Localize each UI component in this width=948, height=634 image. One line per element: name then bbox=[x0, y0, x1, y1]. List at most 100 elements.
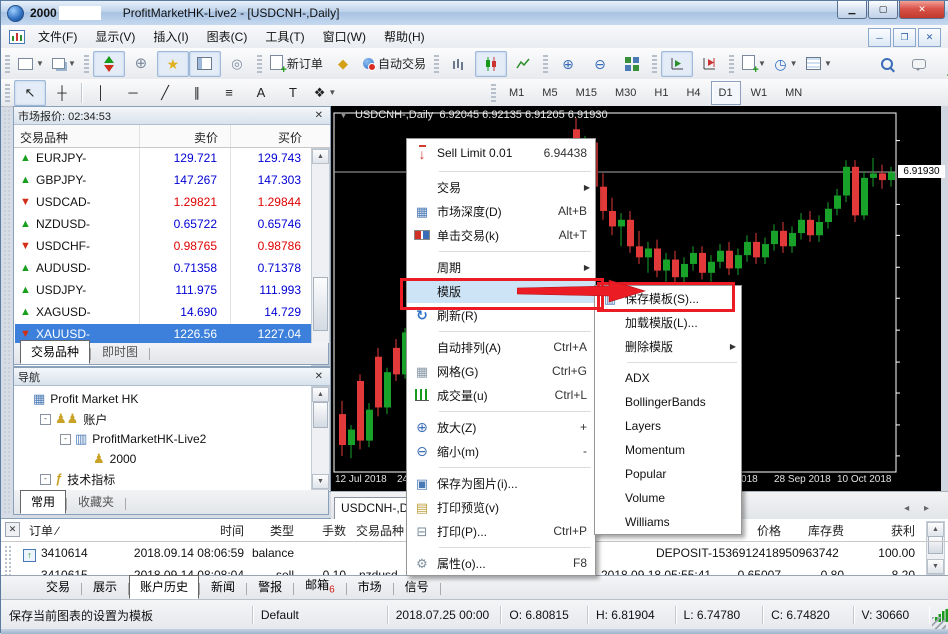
market-watch-row[interactable]: ▼USDCAD-1.298211.29844 bbox=[15, 192, 319, 214]
bar-chart-mode-button[interactable] bbox=[443, 51, 475, 77]
tree-node[interactable]: ♟2000 bbox=[80, 449, 184, 469]
horizontal-line-tool-button[interactable]: ─ bbox=[117, 80, 149, 106]
text-tool-button[interactable]: A bbox=[245, 80, 277, 106]
template-submenu-item[interactable]: 删除模版▶ bbox=[595, 334, 741, 358]
market-watch-row[interactable]: ▲USDJPY-111.975111.993 bbox=[15, 280, 319, 302]
mdi-minimize-button[interactable]: ─ bbox=[868, 28, 891, 47]
timeframe-m30-button[interactable]: M30 bbox=[607, 81, 644, 105]
search-button[interactable] bbox=[871, 51, 903, 77]
terminal-scrollbar[interactable]: ▲▼ bbox=[926, 521, 945, 575]
toolbar-grip[interactable] bbox=[5, 55, 10, 73]
template-submenu-item[interactable]: Volume bbox=[595, 486, 741, 510]
terminal-tab[interactable]: 账户历史 bbox=[129, 575, 199, 599]
strategy-tester-button[interactable]: ◎ bbox=[221, 51, 253, 77]
tab-scroll-arrows[interactable]: ◂ ▸ bbox=[904, 503, 935, 514]
navigator-tab[interactable]: 常用 bbox=[20, 490, 66, 514]
trendline-tool-button[interactable]: ╱ bbox=[149, 80, 181, 106]
close-icon[interactable]: ✕ bbox=[312, 110, 326, 121]
template-submenu-item[interactable]: 加载模版(L)... bbox=[595, 310, 741, 334]
tree-node[interactable]: -ƒ技术指标 bbox=[40, 469, 115, 489]
terminal-column-header[interactable]: 类型 bbox=[270, 522, 294, 539]
chart-shift-button[interactable] bbox=[693, 51, 725, 77]
terminal-column-header[interactable]: 交易品种 bbox=[356, 522, 404, 539]
context-menu-item[interactable]: 自动排列(A)Ctrl+A bbox=[407, 335, 595, 359]
tree-expander[interactable]: - bbox=[60, 434, 71, 445]
context-menu-item[interactable]: 周期▶ bbox=[407, 255, 595, 279]
template-submenu-item[interactable]: ADX bbox=[595, 366, 741, 390]
templates-list-button[interactable]: ▼ bbox=[802, 51, 836, 77]
template-submenu-item[interactable]: Momentum bbox=[595, 438, 741, 462]
navigator-grip[interactable] bbox=[1, 367, 13, 515]
context-menu-item[interactable]: ▣保存为图片(i)... bbox=[407, 471, 595, 495]
col-ask[interactable]: 买价 bbox=[278, 129, 302, 146]
maximize-button[interactable]: ▢ bbox=[868, 1, 898, 19]
terminal-tab[interactable]: 邮箱6 bbox=[294, 573, 346, 599]
context-menu-item[interactable]: ↻刷新(R) bbox=[407, 303, 595, 327]
timeframe-m5-button[interactable]: M5 bbox=[534, 81, 565, 105]
tree-expander[interactable]: - bbox=[40, 414, 51, 425]
menu-t[interactable]: 工具(T) bbox=[256, 25, 313, 48]
timeframe-d1-button[interactable]: D1 bbox=[711, 81, 741, 105]
context-menu-item[interactable]: ⊟打印(P)...Ctrl+P bbox=[407, 519, 595, 543]
market-watch-toggle-button[interactable] bbox=[93, 51, 125, 77]
context-menu-item[interactable]: 交易▶ bbox=[407, 175, 595, 199]
navigator-toggle-button[interactable]: ★ bbox=[157, 51, 189, 77]
template-submenu-item[interactable]: Popular bbox=[595, 462, 741, 486]
context-menu-item[interactable]: ⚙属性(o)...F8 bbox=[407, 551, 595, 575]
terminal-tab[interactable]: 警报 bbox=[247, 575, 293, 599]
col-bid[interactable]: 卖价 bbox=[194, 129, 218, 146]
tree-expander[interactable]: - bbox=[40, 474, 51, 485]
market-watch-row[interactable]: ▲XAGUSD-14.69014.729 bbox=[15, 302, 319, 324]
terminal-tab[interactable]: 信号 bbox=[394, 575, 440, 599]
market-watch-scrollbar[interactable]: ▲▼ bbox=[311, 148, 330, 366]
timeframe-w1-button[interactable]: W1 bbox=[743, 81, 776, 105]
candlestick-mode-button[interactable] bbox=[475, 51, 507, 77]
toolbar-grip[interactable] bbox=[5, 84, 10, 102]
timeframe-mn-button[interactable]: MN bbox=[777, 81, 810, 105]
line-chart-mode-button[interactable] bbox=[507, 51, 539, 77]
terminal-tab[interactable]: 新闻 bbox=[200, 575, 246, 599]
minimize-button[interactable]: ▁ bbox=[837, 1, 867, 19]
close-icon[interactable]: ✕ bbox=[312, 371, 326, 382]
navigator-scrollbar[interactable]: ▲▼ bbox=[311, 386, 330, 490]
terminal-column-header[interactable]: 库存费 bbox=[808, 522, 844, 539]
menu-h[interactable]: 帮助(H) bbox=[375, 25, 434, 48]
mdi-close-button[interactable]: ✕ bbox=[918, 28, 941, 47]
timeframe-m1-button[interactable]: M1 bbox=[501, 81, 532, 105]
template-submenu-item[interactable]: Layers bbox=[595, 414, 741, 438]
indicators-list-button[interactable]: +▼ bbox=[738, 51, 770, 77]
market-watch-tab[interactable]: 交易品种 bbox=[20, 340, 90, 364]
profiles-button[interactable]: ▼ bbox=[48, 51, 80, 77]
community-button[interactable] bbox=[903, 51, 935, 77]
market-watch-row[interactable]: ▲NZDUSD-0.657220.65746 bbox=[15, 214, 319, 236]
terminal-tab[interactable]: 展示 bbox=[82, 575, 128, 599]
menu-w[interactable]: 窗口(W) bbox=[314, 25, 375, 48]
status-profile[interactable]: Default bbox=[253, 606, 388, 624]
tile-windows-button[interactable] bbox=[616, 51, 648, 77]
terminal-toggle-button[interactable] bbox=[189, 51, 221, 77]
timeframe-h1-button[interactable]: H1 bbox=[646, 81, 676, 105]
zoom-out-button[interactable]: ⊖ bbox=[584, 51, 616, 77]
timeframe-h4-button[interactable]: H4 bbox=[678, 81, 708, 105]
context-menu-item[interactable]: ▤打印预览(v) bbox=[407, 495, 595, 519]
terminal-tab[interactable]: 市场 bbox=[347, 575, 393, 599]
template-submenu-item[interactable]: BollingerBands bbox=[595, 390, 741, 414]
terminal-close-icon[interactable]: ✕ bbox=[5, 522, 20, 537]
context-menu-item[interactable]: ⊕放大(Z)+ bbox=[407, 415, 595, 439]
data-window-button[interactable]: ⊕ bbox=[125, 51, 157, 77]
timeframe-m15-button[interactable]: M15 bbox=[568, 81, 605, 105]
tree-node[interactable]: ▦Profit Market HK bbox=[20, 389, 138, 409]
label-tool-button[interactable]: T bbox=[277, 80, 309, 106]
vertical-line-tool-button[interactable]: │ bbox=[85, 80, 117, 106]
navigator-tab[interactable]: 收藏夹 bbox=[67, 490, 125, 514]
market-watch-row[interactable]: ▼USDCHF-0.987650.98786 bbox=[15, 236, 319, 258]
context-menu-item[interactable]: ▦网格(G)Ctrl+G bbox=[407, 359, 595, 383]
market-watch-grip[interactable] bbox=[1, 106, 13, 365]
context-menu-item[interactable]: 成交量(u)Ctrl+L bbox=[407, 383, 595, 407]
close-button[interactable]: ✕ bbox=[899, 1, 945, 19]
context-menu-item[interactable]: ↓Sell Limit 0.016.94438 bbox=[407, 139, 595, 167]
new-order-button[interactable]: +新订单 bbox=[266, 51, 327, 77]
periods-list-button[interactable]: ◷▼ bbox=[770, 51, 802, 77]
fibonacci-tool-button[interactable]: ≡ bbox=[213, 80, 245, 106]
terminal-column-header[interactable]: 价格 bbox=[757, 522, 781, 539]
